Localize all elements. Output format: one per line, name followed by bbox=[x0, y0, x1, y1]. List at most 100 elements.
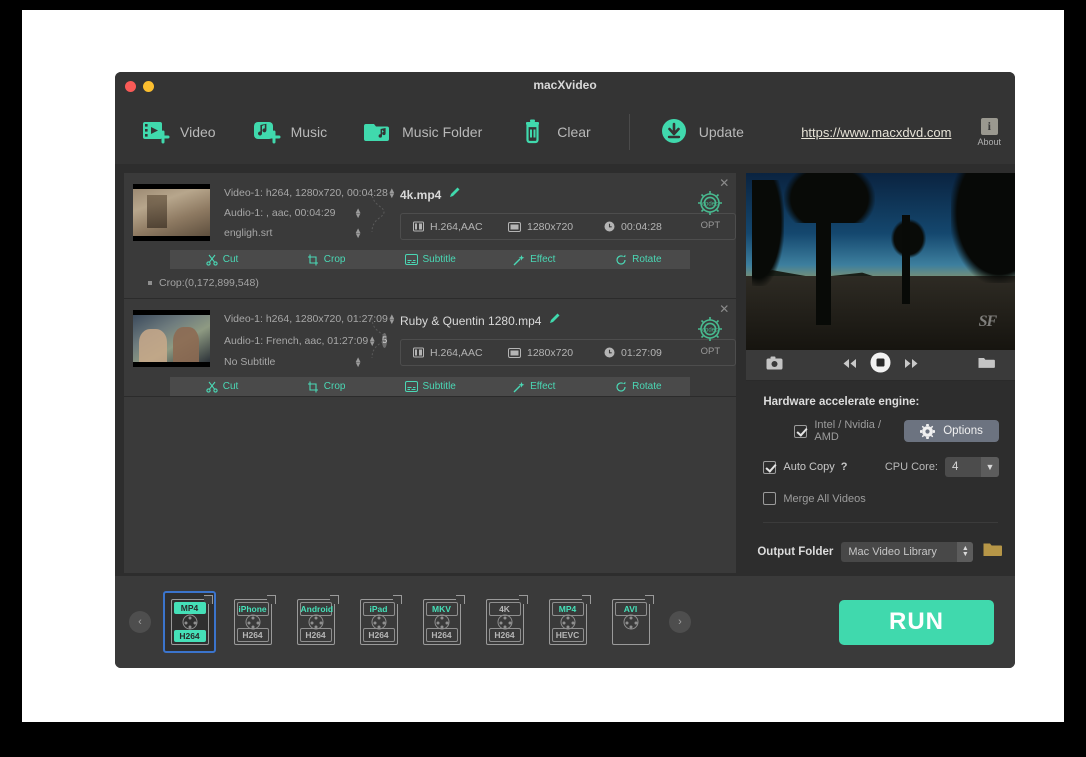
toolbar-music-folder-label: Music Folder bbox=[402, 124, 482, 140]
edit-rotate-button[interactable]: Rotate bbox=[586, 254, 690, 266]
hardware-engine-row: Intel / Nvidia / AMD Options bbox=[746, 419, 1015, 443]
scissors-icon bbox=[206, 254, 218, 266]
opt-label: OPT bbox=[701, 220, 721, 231]
auto-copy-checkbox[interactable] bbox=[763, 461, 776, 474]
main-body: ✕ Video-1: h264, 1280x720, 00:04:28 ▲▼ A… bbox=[115, 164, 1015, 576]
preset-avi[interactable]: AVI bbox=[604, 591, 657, 653]
stepper-icon: ▲▼ bbox=[957, 542, 973, 562]
auto-copy-help-icon[interactable]: ? bbox=[841, 461, 848, 473]
edit-toolbar: Cut Crop Subtitle Effect bbox=[170, 377, 690, 396]
toolbar-add-music[interactable]: Music bbox=[252, 117, 328, 147]
snapshot-button[interactable] bbox=[766, 356, 783, 375]
file-list: ✕ Video-1: h264, 1280x720, 00:04:28 ▲▼ A… bbox=[124, 173, 736, 573]
edit-crop-button[interactable]: Crop bbox=[274, 381, 378, 393]
preset-android-h264[interactable]: Android H264 bbox=[289, 591, 342, 653]
subtitle-icon bbox=[405, 381, 418, 392]
preset-4k-h264[interactable]: 4K H264 bbox=[478, 591, 531, 653]
edit-crop-button[interactable]: Crop bbox=[274, 254, 378, 266]
gear-icon bbox=[920, 424, 935, 439]
preset-mp4-h264[interactable]: MP4 H264 bbox=[163, 591, 216, 653]
video-preview[interactable]: SF bbox=[746, 173, 1015, 350]
preset-iphone-h264[interactable]: iPhone H264 bbox=[226, 591, 279, 653]
preset-codec-label: HEVC bbox=[552, 628, 584, 642]
effect-wand-icon bbox=[513, 254, 525, 266]
toolbar-music-folder[interactable]: Music Folder bbox=[363, 117, 482, 147]
auto-copy-label: Auto Copy bbox=[783, 461, 834, 473]
codec-opt-button[interactable]: codec OPT bbox=[694, 313, 726, 357]
homepage-link[interactable]: https://www.macxdvd.com bbox=[801, 125, 951, 140]
codec-gear-icon: codec bbox=[694, 187, 726, 219]
codec-gear-icon: codec bbox=[694, 313, 726, 345]
duration-chip: 00:04:28 bbox=[604, 221, 662, 233]
file-card: ✕ Video-1: h264, 1280x720, 01:27:09 ▲▼ A… bbox=[124, 299, 736, 397]
toolbar-clear[interactable]: Clear bbox=[518, 117, 590, 147]
resolution-value: 1280x720 bbox=[527, 221, 573, 233]
edit-cut-label: Cut bbox=[223, 254, 239, 265]
edit-rotate-button[interactable]: Rotate bbox=[586, 381, 690, 393]
subtitle-track-stepper[interactable]: ▲▼ bbox=[354, 357, 362, 367]
presets-prev-button[interactable]: ‹ bbox=[129, 611, 151, 633]
toolbar-update-label: Update bbox=[699, 124, 744, 140]
subtitle-track-info: No Subtitle bbox=[224, 356, 275, 368]
preset-codec-label: H264 bbox=[237, 628, 269, 642]
presets-next-button[interactable]: › bbox=[669, 611, 691, 633]
toolbar-update[interactable]: Update bbox=[660, 117, 744, 147]
previous-button[interactable] bbox=[842, 356, 857, 374]
subtitle-icon bbox=[405, 254, 418, 265]
audio-track-row: Audio-1: French, aac, 01:27:09 ▲▼ 5 bbox=[224, 333, 362, 348]
preset-mkv-h264[interactable]: MKV H264 bbox=[415, 591, 468, 653]
codec-opt-button[interactable]: codec OPT bbox=[694, 187, 726, 231]
preset-format-label: MKV bbox=[426, 602, 458, 616]
edit-cut-button[interactable]: Cut bbox=[170, 381, 274, 393]
toolbar-add-video-label: Video bbox=[180, 124, 216, 140]
edit-subtitle-button[interactable]: Subtitle bbox=[378, 254, 482, 265]
crop-icon bbox=[307, 254, 319, 266]
preset-format-label: AVI bbox=[615, 602, 647, 616]
flow-brace bbox=[368, 184, 390, 241]
crop-note: Crop:(0,172,899,548) bbox=[124, 269, 736, 298]
resolution-chip: 1280x720 bbox=[508, 221, 604, 233]
duration-value: 00:04:28 bbox=[621, 221, 662, 233]
file-metadata: Video-1: h264, 1280x720, 00:04:28 ▲▼ Aud… bbox=[210, 184, 362, 241]
output-settings: Ruby & Quentin 1280.mp4 H.264,AAC bbox=[392, 310, 736, 368]
subtitle-track-stepper[interactable]: ▲▼ bbox=[354, 228, 362, 238]
toolbar-add-video[interactable]: Video bbox=[141, 117, 216, 147]
edit-name-icon[interactable] bbox=[448, 186, 461, 204]
run-button[interactable]: RUN bbox=[839, 600, 994, 645]
browse-folder-button[interactable] bbox=[983, 542, 1003, 562]
edit-subtitle-button[interactable]: Subtitle bbox=[378, 381, 482, 392]
output-folder-select[interactable]: Mac Video Library ▲▼ bbox=[841, 542, 973, 562]
audio-track-stepper[interactable]: ▲▼ bbox=[354, 208, 362, 218]
audio-track-info: Audio-1: , aac, 00:04:29 bbox=[224, 207, 336, 219]
preset-codec-label: H264 bbox=[489, 628, 521, 642]
format-bar: ‹ MP4 H264 iPhone H264 Android bbox=[115, 576, 1015, 668]
preset-format-label: 4K bbox=[489, 602, 521, 616]
edit-name-icon[interactable] bbox=[548, 312, 561, 330]
scissors-icon bbox=[206, 381, 218, 393]
duration-value: 01:27:09 bbox=[621, 347, 662, 359]
hardware-engine-checkbox[interactable] bbox=[794, 425, 807, 438]
preset-ipad-h264[interactable]: iPad H264 bbox=[352, 591, 405, 653]
open-folder-button[interactable] bbox=[978, 356, 995, 374]
crop-icon bbox=[307, 381, 319, 393]
auto-copy-row: Auto Copy ? CPU Core: 4 ▼ bbox=[746, 457, 1015, 477]
transport-controls bbox=[842, 352, 919, 378]
resolution-chip: 1280x720 bbox=[508, 347, 604, 359]
next-button[interactable] bbox=[904, 356, 919, 374]
folder-open-icon bbox=[983, 542, 1003, 557]
about-button[interactable]: i About bbox=[977, 118, 1001, 147]
edit-effect-button[interactable]: Effect bbox=[482, 254, 586, 266]
merge-videos-checkbox[interactable] bbox=[763, 492, 776, 505]
options-button[interactable]: Options bbox=[904, 420, 999, 442]
codec-value: H.264,AAC bbox=[430, 347, 483, 359]
stop-button[interactable] bbox=[870, 352, 891, 378]
preset-codec-label: H264 bbox=[174, 630, 206, 642]
edit-effect-button[interactable]: Effect bbox=[482, 381, 586, 393]
preset-format-label: iPad bbox=[363, 602, 395, 616]
edit-cut-button[interactable]: Cut bbox=[170, 254, 274, 266]
output-chips: H.264,AAC 1280x720 01:27:09 bbox=[400, 339, 736, 366]
cpu-core-select[interactable]: 4 ▼ bbox=[945, 457, 999, 477]
bullet-icon bbox=[148, 281, 152, 285]
film-icon bbox=[413, 221, 424, 232]
preset-mp4-hevc[interactable]: MP4 HEVC bbox=[541, 591, 594, 653]
